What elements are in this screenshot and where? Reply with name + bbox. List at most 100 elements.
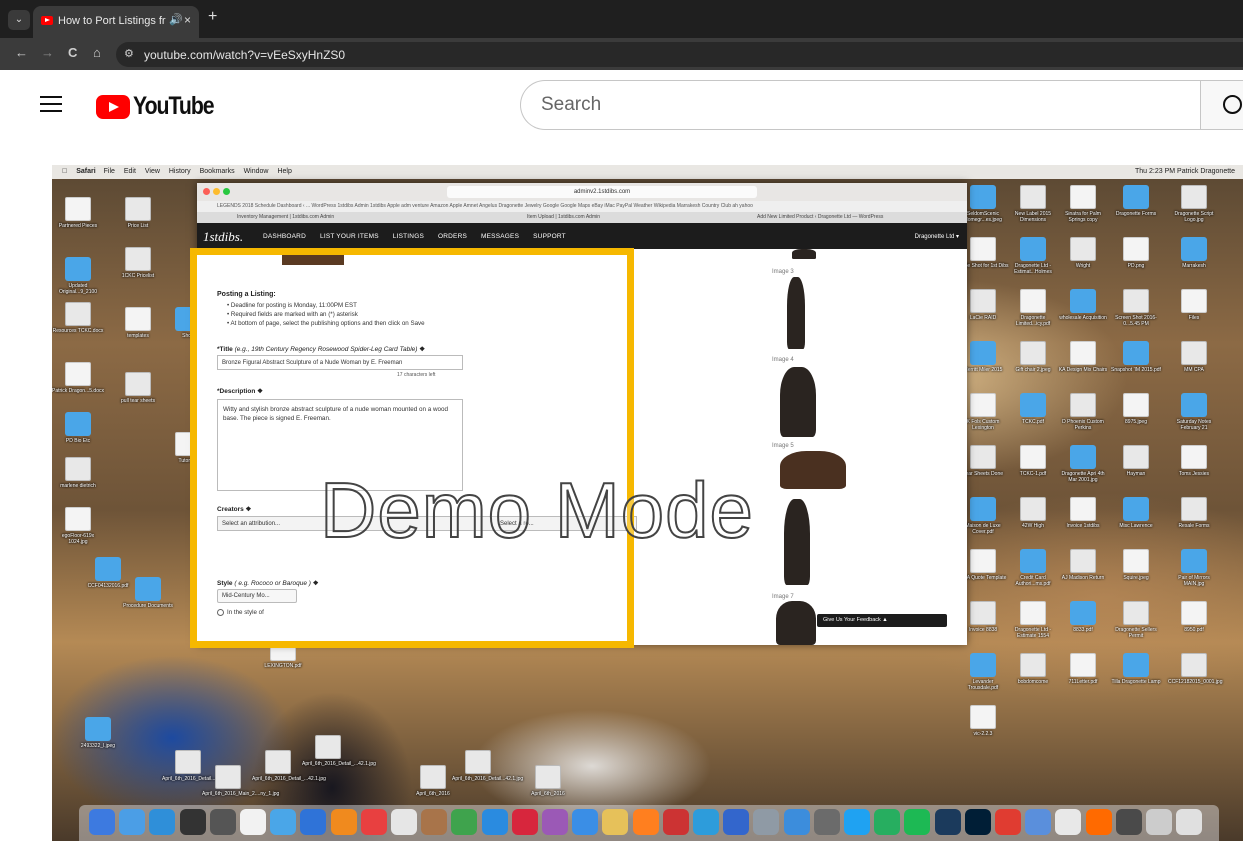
image-file-icon — [1181, 653, 1207, 677]
desktop-icon: TCKC.pdf — [1007, 393, 1059, 425]
safari-tab-bar: Inventory Management | 1stdibs.com Admin… — [197, 212, 967, 223]
image-file-icon — [465, 750, 491, 774]
image-file-icon — [1020, 497, 1046, 521]
desktop-icon-label: TCKC.pdf — [1022, 419, 1044, 425]
desktop-icon-label: 8975.jpeg — [1125, 419, 1147, 425]
desktop-icon: marlene dietrich — [52, 457, 104, 489]
desktop-icon-label: 1CKC Pricelist — [121, 273, 155, 279]
search-button[interactable] — [1200, 80, 1243, 130]
image-file-icon — [1020, 653, 1046, 677]
desktop-icon: Tilla Dragonette Lamp — [1110, 653, 1162, 685]
search-input[interactable] — [541, 93, 1141, 117]
image-label: Image 5 — [772, 443, 794, 449]
desktop-icon-label: April_6th_2016_Detail_...42.1.jpg — [302, 761, 376, 767]
document-icon — [1123, 237, 1149, 261]
desktop-icon-label: CCF12182015_0001.jpg — [1168, 679, 1223, 685]
reload-icon[interactable]: C — [68, 45, 77, 60]
desktop-icon-label: April_6th_2016_Main_2....ny_1.jpg — [202, 791, 280, 797]
nav-link: LIST YOUR ITEMS — [320, 233, 379, 240]
desktop-icon: bobdomcome — [1007, 653, 1059, 685]
image-file-icon — [1070, 393, 1096, 417]
dock-app-icon — [481, 809, 508, 835]
desktop-icon-label: Toms Jessies — [1178, 471, 1209, 477]
document-icon — [1070, 653, 1096, 677]
speaker-icon[interactable]: 🔊 — [169, 13, 183, 26]
desktop-icon-label: Misc Lawrence — [1119, 523, 1153, 529]
home-icon[interactable]: ⌂ — [93, 45, 101, 60]
desktop-icon-label: April_6th_2016 — [416, 791, 450, 797]
desktop-icon-label: Squire.jpeg — [1123, 575, 1149, 581]
menu-icon[interactable] — [40, 96, 62, 112]
folder-icon — [65, 257, 91, 281]
desktop-icon-label: bobdomcome — [1017, 679, 1049, 685]
url-text[interactable]: youtube.com/watch?v=vEeSxyHnZS0 — [144, 48, 345, 62]
folder-icon — [1123, 185, 1149, 209]
desktop-icon-label: Marrakesh — [1182, 263, 1206, 269]
menubar-item: Help — [270, 168, 291, 175]
dock-app-icon — [360, 809, 387, 835]
desktop-icon: AJ Madison Return — [1057, 549, 1109, 581]
folder-icon — [1123, 341, 1149, 365]
desktop-icon: Dragonette Ltd - Estimate 1554 — [1007, 601, 1059, 639]
dock-app-icon — [1025, 809, 1052, 835]
dock-app-icon — [511, 809, 538, 835]
desktop-icon: Hayman — [1110, 445, 1162, 477]
dock-app-icon — [995, 809, 1021, 835]
desktop-icon: Snapshot 'IM 2015.pdf — [1110, 341, 1162, 373]
back-icon[interactable]: ← — [15, 45, 28, 60]
desktop-icon-label: April_6th_2016 — [531, 791, 565, 797]
document-icon — [970, 393, 996, 417]
search-box[interactable] — [520, 80, 1200, 130]
document-icon — [1070, 185, 1096, 209]
nav-link: MESSAGES — [481, 233, 520, 240]
dock-app-icon — [421, 809, 448, 835]
desktop-icon: PD Bio Etc — [52, 412, 104, 444]
desktop-icon: April_6th_2016_Detail_...42.1.jpg — [252, 750, 326, 782]
desktop-icon-label: Updated Original...9_2100 — [58, 283, 98, 295]
desktop-icon-label: Levander Trousdale.pdf — [967, 679, 999, 691]
address-bar[interactable]: ⚙ youtube.com/watch?v=vEeSxyHnZS0 — [116, 42, 1243, 67]
site-info-icon[interactable]: ⚙ — [124, 47, 134, 60]
desktop-icon-label: 8950.pdf — [1184, 627, 1204, 633]
desktop-icon: Dragonette Script Logo.jpg — [1168, 185, 1220, 223]
dock-app-icon — [723, 809, 750, 835]
tab-close-button[interactable]: × — [184, 13, 191, 27]
desktop-icon-label: egoFloor-619x 1024.jpg — [61, 533, 95, 545]
image-file-icon — [970, 601, 996, 625]
forward-icon[interactable]: → — [41, 45, 54, 60]
desktop-icon-label: April_6th_2016_Detail...42.1.jpg — [452, 776, 524, 782]
browser-tab-active[interactable]: How to Port Listings from 1 🔊 × — [33, 6, 199, 38]
new-tab-button[interactable]: + — [208, 9, 217, 25]
desktop-icon-label: PD Bio Etc — [65, 438, 91, 444]
desktop-icon: Dragonette Forms — [1110, 185, 1162, 217]
desktop-icon-label: Price List — [127, 223, 149, 229]
video-player[interactable]:  Safari File Edit View History Bookmark… — [52, 165, 1243, 841]
tab-search-button[interactable]: ⌄ — [8, 10, 30, 30]
folder-icon — [970, 653, 996, 677]
desktop-icon-label: marlene dietrich — [60, 483, 96, 489]
nav-link: LISTINGS — [392, 233, 424, 240]
dock-app-icon — [179, 809, 206, 835]
safari-tab: Add New Limited Product ‹ Dragonette Ltd… — [757, 214, 884, 220]
desktop-icon: TCKC-1.pdf — [1007, 445, 1059, 477]
desktop-icon-label: 8833.pdf — [1073, 627, 1093, 633]
desktop-icon: Resources TCKC.docx — [52, 302, 104, 334]
dock-app-icon — [330, 809, 357, 835]
image-file-icon — [1123, 601, 1149, 625]
dock-app-icon — [1085, 809, 1112, 835]
desktop-icon-label: Snapshot 'IM 2015.pdf — [1111, 367, 1161, 373]
dock-app-icon — [270, 809, 297, 835]
document-icon — [1123, 549, 1149, 573]
folder-icon — [1123, 497, 1149, 521]
desktop-icon: Marrakesh — [1168, 237, 1220, 269]
folder-icon — [1123, 653, 1149, 677]
document-icon — [970, 237, 996, 261]
desktop-icon: April_6th_2016_Main_2....ny_1.jpg — [202, 765, 280, 797]
image-file-icon — [215, 765, 241, 789]
youtube-header: YouTube — [0, 70, 1243, 142]
folder-icon — [135, 577, 161, 601]
folder-icon — [1020, 393, 1046, 417]
desktop-icon: April_6th_2016 — [522, 765, 574, 797]
folder-icon — [85, 717, 111, 741]
menubar-item: Window — [236, 168, 269, 175]
